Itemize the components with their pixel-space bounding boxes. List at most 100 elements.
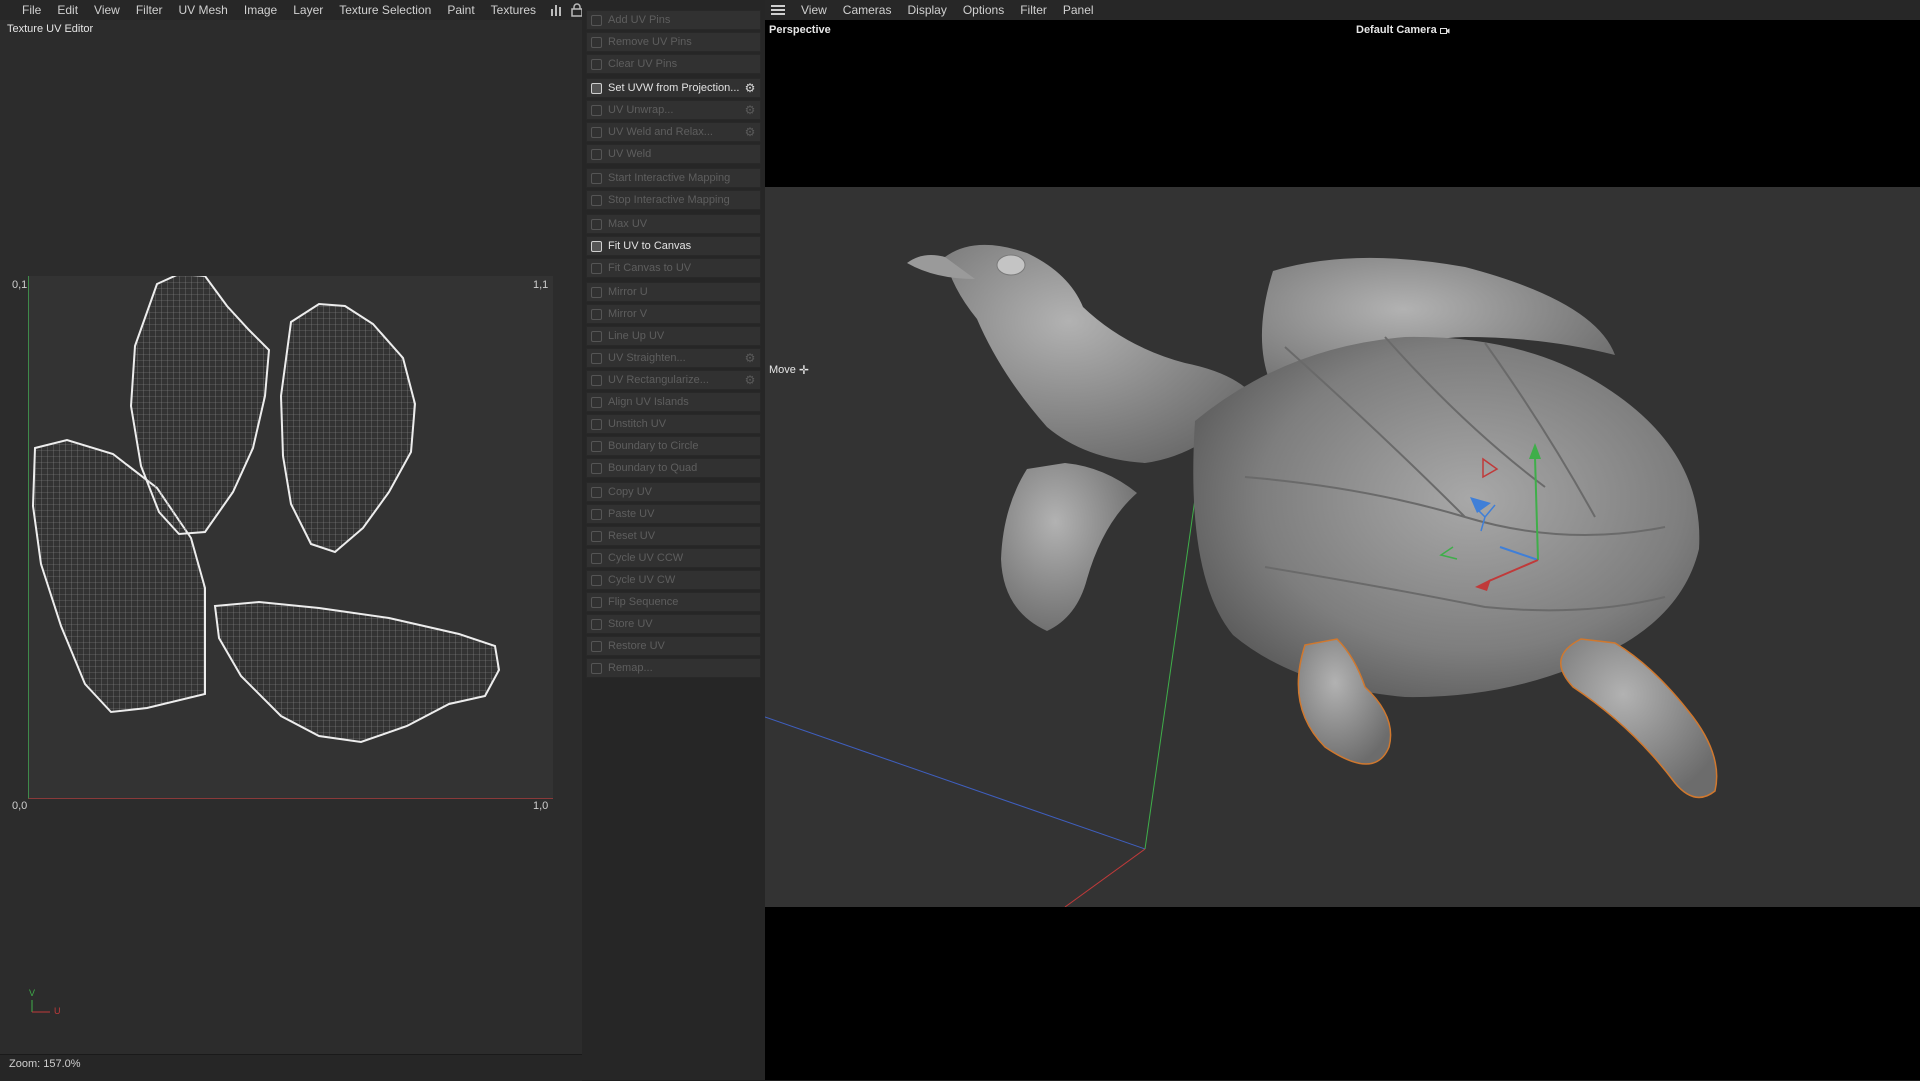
cmd-uv-weld-and-relax[interactable]: UV Weld and Relax... ⚙: [586, 122, 761, 142]
menu-layer[interactable]: Layer: [285, 0, 331, 20]
uv-corner-top-left: 0,1: [12, 279, 28, 291]
cmd-uv-unwrap[interactable]: UV Unwrap... ⚙: [586, 100, 761, 120]
viewport-scene[interactable]: [765, 187, 1920, 907]
cmd-unstitch-uv[interactable]: Unstitch UV: [586, 414, 761, 434]
cmd-set-uvw-from-projection[interactable]: Set UVW from Projection... ⚙: [586, 78, 761, 98]
cmd-label: Fit Canvas to UV: [608, 262, 692, 274]
active-tool-indicator: Move ✛: [769, 364, 809, 376]
cmd-icon: [591, 462, 602, 474]
cmd-remove-uv-pins[interactable]: Remove UV Pins: [586, 32, 761, 52]
menu-filter[interactable]: Filter: [128, 0, 171, 20]
cmd-label: Cycle UV CW: [608, 574, 676, 586]
cmd-max-uv[interactable]: Max UV: [586, 214, 761, 234]
cmd-icon: [591, 440, 602, 452]
cmd-mirror-v[interactable]: Mirror V: [586, 304, 761, 324]
cmd-icon: [591, 308, 602, 320]
cmd-restore-uv[interactable]: Restore UV: [586, 636, 761, 656]
gear-icon[interactable]: ⚙: [744, 104, 756, 116]
cmd-icon: [591, 126, 602, 138]
vp-menu-filter[interactable]: Filter: [1012, 0, 1055, 20]
cmd-line-up-uv[interactable]: Line Up UV: [586, 326, 761, 346]
cmd-icon: [591, 82, 602, 94]
cmd-align-uv-islands[interactable]: Align UV Islands: [586, 392, 761, 412]
cmd-clear-uv-pins[interactable]: Clear UV Pins: [586, 54, 761, 74]
cmd-icon: [591, 330, 602, 342]
cmd-cycle-uv-cw[interactable]: Cycle UV CW: [586, 570, 761, 590]
cmd-label: Mirror U: [608, 286, 648, 298]
menu-file[interactable]: File: [14, 0, 49, 20]
cmd-remap[interactable]: Remap...: [586, 658, 761, 678]
cmd-uv-rectangularize[interactable]: UV Rectangularize... ⚙: [586, 370, 761, 390]
menu-texture-selection[interactable]: Texture Selection: [331, 0, 439, 20]
cmd-label: Reset UV: [608, 530, 656, 542]
cmd-icon: [591, 530, 602, 542]
histogram-icon[interactable]: [550, 3, 564, 17]
gear-icon[interactable]: ⚙: [744, 126, 756, 138]
gear-icon[interactable]: ⚙: [744, 374, 756, 386]
menu-view[interactable]: View: [86, 0, 128, 20]
cmd-label: Remap...: [608, 662, 653, 674]
cmd-label: UV Weld and Relax...: [608, 126, 713, 138]
vp-menu-cameras[interactable]: Cameras: [835, 0, 900, 20]
cmd-label: Line Up UV: [608, 330, 665, 342]
gear-icon[interactable]: ⚙: [744, 352, 756, 364]
cmd-uv-weld[interactable]: UV Weld: [586, 144, 761, 164]
cmd-store-uv[interactable]: Store UV: [586, 614, 761, 634]
cmd-fit-canvas-to-uv[interactable]: Fit Canvas to UV: [586, 258, 761, 278]
cmd-start-interactive-mapping[interactable]: Start Interactive Mapping: [586, 168, 761, 188]
cmd-boundary-to-circle[interactable]: Boundary to Circle: [586, 436, 761, 456]
menu-image[interactable]: Image: [236, 0, 285, 20]
vp-menu-panel[interactable]: Panel: [1055, 0, 1102, 20]
vp-menu-view[interactable]: View: [793, 0, 835, 20]
cmd-reset-uv[interactable]: Reset UV: [586, 526, 761, 546]
turtle-model[interactable]: [907, 244, 1718, 799]
cmd-icon: [591, 240, 602, 252]
cmd-icon: [591, 640, 602, 652]
cmd-uv-straighten[interactable]: UV Straighten... ⚙: [586, 348, 761, 368]
cmd-mirror-u[interactable]: Mirror U: [586, 282, 761, 302]
cmd-icon: [591, 36, 602, 48]
menu-edit[interactable]: Edit: [49, 0, 86, 20]
move-icon: ✛: [798, 363, 809, 377]
active-tool-label: Move: [769, 364, 796, 376]
cmd-icon: [591, 662, 602, 674]
cmd-label: Flip Sequence: [608, 596, 679, 608]
cmd-label: Cycle UV CCW: [608, 552, 684, 564]
gear-icon[interactable]: ⚙: [744, 82, 756, 94]
cmd-label: Boundary to Circle: [608, 440, 699, 452]
viewport-camera-label[interactable]: Default Camera: [1356, 24, 1450, 36]
cmd-label: Clear UV Pins: [608, 58, 678, 70]
cmd-paste-uv[interactable]: Paste UV: [586, 504, 761, 524]
cmd-label: UV Rectangularize...: [608, 374, 709, 386]
cmd-icon: [591, 194, 602, 206]
cmd-label: Mirror V: [608, 308, 648, 320]
cmd-icon: [591, 618, 602, 630]
uv-island-right[interactable]: [279, 302, 417, 554]
cmd-boundary-to-quad[interactable]: Boundary to Quad: [586, 458, 761, 478]
viewport-hamburger-icon[interactable]: [771, 5, 785, 15]
cmd-label: Add UV Pins: [608, 14, 671, 26]
cmd-icon: [591, 552, 602, 564]
cmd-label: Stop Interactive Mapping: [608, 194, 730, 206]
cmd-flip-sequence[interactable]: Flip Sequence: [586, 592, 761, 612]
cmd-stop-interactive-mapping[interactable]: Stop Interactive Mapping: [586, 190, 761, 210]
uv-island-bottom[interactable]: [213, 600, 501, 744]
vp-menu-options[interactable]: Options: [955, 0, 1012, 20]
menu-uv-mesh[interactable]: UV Mesh: [171, 0, 236, 20]
uv-island-top[interactable]: [129, 276, 271, 536]
cmd-add-uv-pins[interactable]: Add UV Pins: [586, 10, 761, 30]
cmd-icon: [591, 352, 602, 364]
cmd-icon: [591, 418, 602, 430]
menu-textures[interactable]: Textures: [483, 0, 544, 20]
cmd-label: Set UVW from Projection...: [608, 82, 740, 94]
vp-menu-display[interactable]: Display: [899, 0, 954, 20]
cmd-label: Align UV Islands: [608, 396, 689, 408]
cmd-icon: [591, 396, 602, 408]
uv-canvas[interactable]: [28, 276, 553, 799]
cmd-fit-uv-to-canvas[interactable]: Fit UV to Canvas: [586, 236, 761, 256]
cmd-copy-uv[interactable]: Copy UV: [586, 482, 761, 502]
cmd-icon: [591, 104, 602, 116]
cmd-cycle-uv-ccw[interactable]: Cycle UV CCW: [586, 548, 761, 568]
menu-paint[interactable]: Paint: [439, 0, 482, 20]
viewport-menubar: View Cameras Display Options Filter Pane…: [765, 0, 1920, 20]
